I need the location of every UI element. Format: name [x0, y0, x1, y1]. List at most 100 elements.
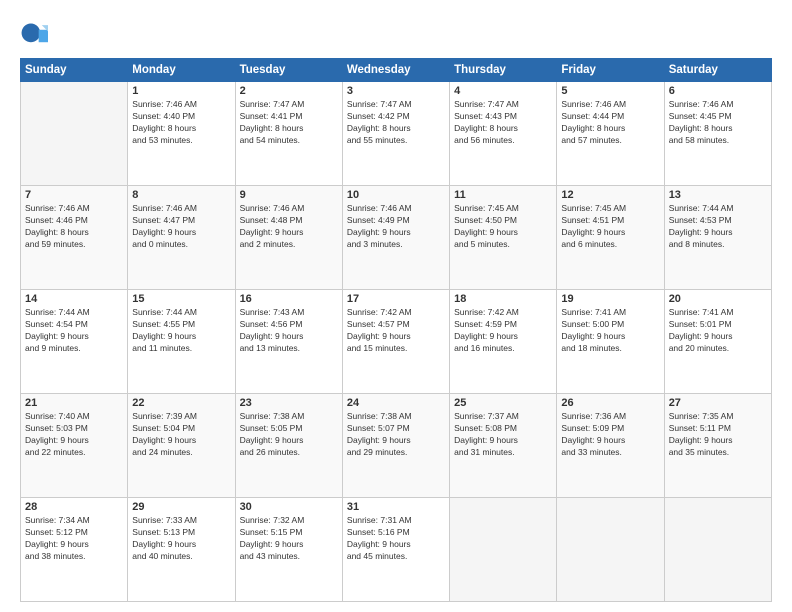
- calendar-cell: 27 Sunrise: 7:35 AM Sunset: 5:11 PM Dayli…: [664, 394, 771, 498]
- day-number: 25: [454, 397, 552, 409]
- calendar-header-saturday: Saturday: [664, 59, 771, 82]
- calendar-cell: 14 Sunrise: 7:44 AM Sunset: 4:54 PM Dayli…: [21, 290, 128, 394]
- day-info: Sunrise: 7:32 AM Sunset: 5:15 PM Dayligh…: [240, 515, 338, 563]
- day-number: 5: [561, 85, 659, 97]
- day-info: Sunrise: 7:38 AM Sunset: 5:05 PM Dayligh…: [240, 411, 338, 459]
- day-number: 1: [132, 85, 230, 97]
- logo-icon: [20, 22, 48, 50]
- calendar-cell: 8 Sunrise: 7:46 AM Sunset: 4:47 PM Daylig…: [128, 186, 235, 290]
- day-info: Sunrise: 7:37 AM Sunset: 5:08 PM Dayligh…: [454, 411, 552, 459]
- calendar-cell: 31Sunrise: 7:31 AM Sunset: 5:16 PM Dayli…: [342, 498, 449, 602]
- calendar-header-thursday: Thursday: [450, 59, 557, 82]
- day-number: 24: [347, 397, 445, 409]
- day-info: Sunrise: 7:47 AM Sunset: 4:41 PM Dayligh…: [240, 99, 338, 147]
- day-number: 17: [347, 293, 445, 305]
- calendar-cell: 29 Sunrise: 7:33 AM Sunset: 5:13 PM Dayli…: [128, 498, 235, 602]
- day-info: Sunrise: 7:41 AM Sunset: 5:00 PM Dayligh…: [561, 307, 659, 355]
- day-info: Sunrise: 7:42 AM Sunset: 4:59 PM Dayligh…: [454, 307, 552, 355]
- calendar-cell: 4Sunrise: 7:47 AM Sunset: 4:43 PM Daylig…: [450, 82, 557, 186]
- calendar-header-sunday: Sunday: [21, 59, 128, 82]
- calendar-cell: 5 Sunrise: 7:46 AM Sunset: 4:44 PM Daylig…: [557, 82, 664, 186]
- day-number: 3: [347, 85, 445, 97]
- calendar-cell: 25 Sunrise: 7:37 AM Sunset: 5:08 PM Dayli…: [450, 394, 557, 498]
- day-info: Sunrise: 7:46 AM Sunset: 4:40 PM Dayligh…: [132, 99, 230, 147]
- calendar-row: 7 Sunrise: 7:46 AM Sunset: 4:46 PM Daylig…: [21, 186, 772, 290]
- calendar-header-wednesday: Wednesday: [342, 59, 449, 82]
- day-info: Sunrise: 7:44 AM Sunset: 4:53 PM Dayligh…: [669, 203, 767, 251]
- day-info: Sunrise: 7:40 AM Sunset: 5:03 PM Dayligh…: [25, 411, 123, 459]
- day-info: Sunrise: 7:39 AM Sunset: 5:04 PM Dayligh…: [132, 411, 230, 459]
- day-number: 14: [25, 293, 123, 305]
- day-info: Sunrise: 7:41 AM Sunset: 5:01 PM Dayligh…: [669, 307, 767, 355]
- calendar-cell: 19 Sunrise: 7:41 AM Sunset: 5:00 PM Dayli…: [557, 290, 664, 394]
- calendar-cell: 20 Sunrise: 7:41 AM Sunset: 5:01 PM Dayli…: [664, 290, 771, 394]
- calendar-cell: [557, 498, 664, 602]
- day-number: 27: [669, 397, 767, 409]
- calendar-row: 21Sunrise: 7:40 AM Sunset: 5:03 PM Dayli…: [21, 394, 772, 498]
- calendar-cell: 15 Sunrise: 7:44 AM Sunset: 4:55 PM Dayli…: [128, 290, 235, 394]
- day-number: 9: [240, 189, 338, 201]
- day-info: Sunrise: 7:46 AM Sunset: 4:45 PM Dayligh…: [669, 99, 767, 147]
- calendar-cell: 18 Sunrise: 7:42 AM Sunset: 4:59 PM Dayli…: [450, 290, 557, 394]
- day-info: Sunrise: 7:46 AM Sunset: 4:46 PM Dayligh…: [25, 203, 123, 251]
- day-info: Sunrise: 7:38 AM Sunset: 5:07 PM Dayligh…: [347, 411, 445, 459]
- day-number: 13: [669, 189, 767, 201]
- header: [20, 18, 772, 50]
- day-number: 31: [347, 501, 445, 513]
- day-number: 18: [454, 293, 552, 305]
- day-number: 4: [454, 85, 552, 97]
- calendar-cell: 9 Sunrise: 7:46 AM Sunset: 4:48 PM Daylig…: [235, 186, 342, 290]
- day-info: Sunrise: 7:43 AM Sunset: 4:56 PM Dayligh…: [240, 307, 338, 355]
- day-number: 12: [561, 189, 659, 201]
- calendar-header-monday: Monday: [128, 59, 235, 82]
- calendar-row: 1 Sunrise: 7:46 AM Sunset: 4:40 PM Daylig…: [21, 82, 772, 186]
- logo: [20, 22, 52, 50]
- day-number: 29: [132, 501, 230, 513]
- calendar-cell: 30 Sunrise: 7:32 AM Sunset: 5:15 PM Dayli…: [235, 498, 342, 602]
- day-info: Sunrise: 7:33 AM Sunset: 5:13 PM Dayligh…: [132, 515, 230, 563]
- calendar-header-friday: Friday: [557, 59, 664, 82]
- day-info: Sunrise: 7:34 AM Sunset: 5:12 PM Dayligh…: [25, 515, 123, 563]
- day-info: Sunrise: 7:46 AM Sunset: 4:44 PM Dayligh…: [561, 99, 659, 147]
- day-info: Sunrise: 7:45 AM Sunset: 4:50 PM Dayligh…: [454, 203, 552, 251]
- day-number: 15: [132, 293, 230, 305]
- calendar-cell: 21Sunrise: 7:40 AM Sunset: 5:03 PM Dayli…: [21, 394, 128, 498]
- day-number: 23: [240, 397, 338, 409]
- day-info: Sunrise: 7:46 AM Sunset: 4:47 PM Dayligh…: [132, 203, 230, 251]
- day-number: 26: [561, 397, 659, 409]
- day-info: Sunrise: 7:47 AM Sunset: 4:42 PM Dayligh…: [347, 99, 445, 147]
- day-info: Sunrise: 7:46 AM Sunset: 4:48 PM Dayligh…: [240, 203, 338, 251]
- calendar-cell: 12 Sunrise: 7:45 AM Sunset: 4:51 PM Dayli…: [557, 186, 664, 290]
- day-info: Sunrise: 7:44 AM Sunset: 4:54 PM Dayligh…: [25, 307, 123, 355]
- day-info: Sunrise: 7:46 AM Sunset: 4:49 PM Dayligh…: [347, 203, 445, 251]
- day-info: Sunrise: 7:42 AM Sunset: 4:57 PM Dayligh…: [347, 307, 445, 355]
- calendar-cell: 7 Sunrise: 7:46 AM Sunset: 4:46 PM Daylig…: [21, 186, 128, 290]
- calendar-cell: [21, 82, 128, 186]
- day-number: 19: [561, 293, 659, 305]
- calendar-row: 28Sunrise: 7:34 AM Sunset: 5:12 PM Dayli…: [21, 498, 772, 602]
- calendar-cell: 22 Sunrise: 7:39 AM Sunset: 5:04 PM Dayli…: [128, 394, 235, 498]
- day-info: Sunrise: 7:44 AM Sunset: 4:55 PM Dayligh…: [132, 307, 230, 355]
- calendar-cell: 11 Sunrise: 7:45 AM Sunset: 4:50 PM Dayli…: [450, 186, 557, 290]
- calendar-cell: 17 Sunrise: 7:42 AM Sunset: 4:57 PM Dayli…: [342, 290, 449, 394]
- day-number: 22: [132, 397, 230, 409]
- day-number: 8: [132, 189, 230, 201]
- day-info: Sunrise: 7:35 AM Sunset: 5:11 PM Dayligh…: [669, 411, 767, 459]
- day-number: 20: [669, 293, 767, 305]
- calendar-cell: [450, 498, 557, 602]
- calendar-cell: 28Sunrise: 7:34 AM Sunset: 5:12 PM Dayli…: [21, 498, 128, 602]
- calendar-table: SundayMondayTuesdayWednesdayThursdayFrid…: [20, 58, 772, 602]
- day-number: 30: [240, 501, 338, 513]
- day-number: 6: [669, 85, 767, 97]
- calendar-cell: 24 Sunrise: 7:38 AM Sunset: 5:07 PM Dayli…: [342, 394, 449, 498]
- day-info: Sunrise: 7:45 AM Sunset: 4:51 PM Dayligh…: [561, 203, 659, 251]
- calendar-cell: 26Sunrise: 7:36 AM Sunset: 5:09 PM Dayli…: [557, 394, 664, 498]
- calendar-header-row: SundayMondayTuesdayWednesdayThursdayFrid…: [21, 59, 772, 82]
- day-number: 11: [454, 189, 552, 201]
- page: SundayMondayTuesdayWednesdayThursdayFrid…: [0, 0, 792, 612]
- calendar-row: 14 Sunrise: 7:44 AM Sunset: 4:54 PM Dayli…: [21, 290, 772, 394]
- calendar-cell: 10Sunrise: 7:46 AM Sunset: 4:49 PM Dayli…: [342, 186, 449, 290]
- calendar-cell: 23 Sunrise: 7:38 AM Sunset: 5:05 PM Dayli…: [235, 394, 342, 498]
- calendar-cell: 13 Sunrise: 7:44 AM Sunset: 4:53 PM Dayli…: [664, 186, 771, 290]
- day-number: 7: [25, 189, 123, 201]
